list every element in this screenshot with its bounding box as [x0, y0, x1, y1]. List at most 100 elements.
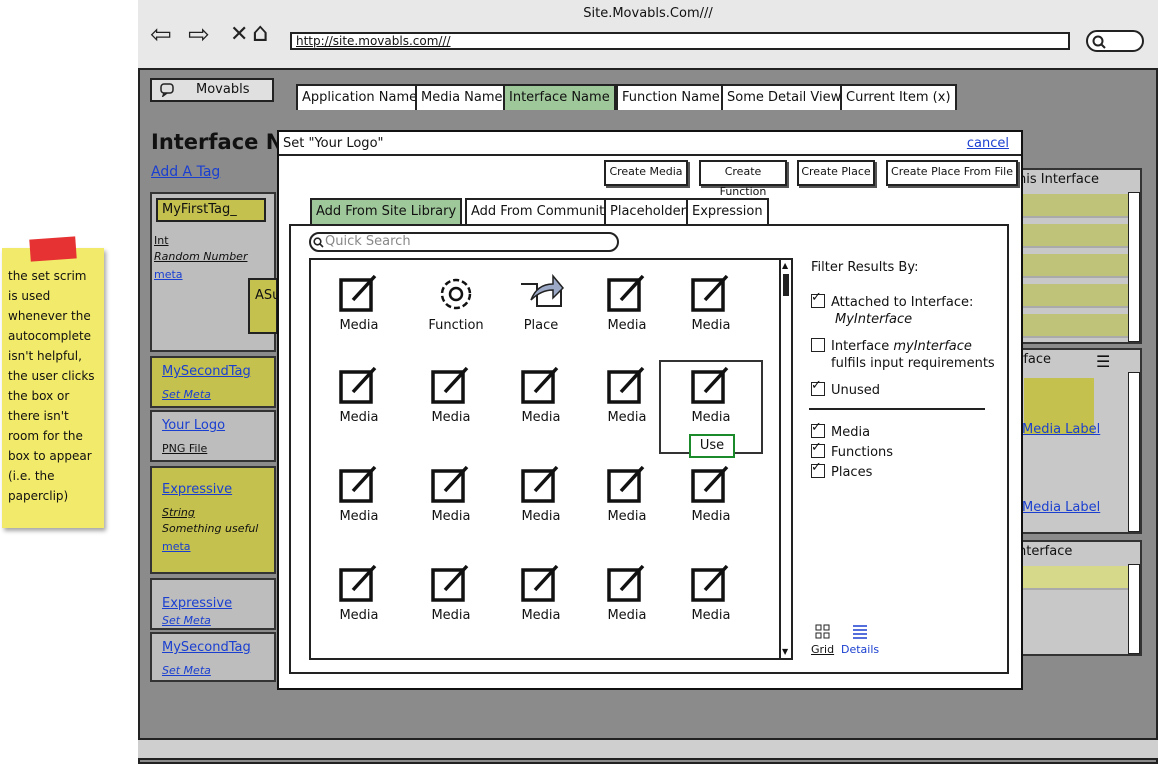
tab-media-name[interactable]: Media Name	[415, 84, 509, 110]
panel-row[interactable]	[1018, 314, 1130, 338]
speech-bubble-icon	[160, 83, 174, 97]
browser-search-field[interactable]	[1086, 30, 1144, 52]
panel-row[interactable]	[1018, 284, 1130, 308]
grid-item-media[interactable]: Media	[582, 562, 672, 642]
tag-type[interactable]: Int	[154, 234, 169, 247]
tag-card-expressive-2[interactable]: Expressive Set Meta	[150, 578, 276, 630]
create-function-button[interactable]: Create Function	[699, 160, 787, 198]
media-icon	[607, 366, 645, 404]
panel-row[interactable]	[1018, 224, 1130, 248]
media-icon	[339, 564, 377, 602]
tag-description[interactable]: Random Number	[154, 250, 247, 263]
media-label-link[interactable]: Media Label	[1022, 422, 1100, 437]
menu-icon[interactable]: ☰	[1096, 352, 1110, 371]
grid-item-media[interactable]: Media	[582, 364, 672, 444]
scrollbar[interactable]	[1128, 192, 1140, 342]
grid-item-media[interactable]: Media	[496, 562, 586, 642]
filter-attached[interactable]: Attached to Interface:	[811, 290, 973, 310]
grid-item-media[interactable]: Media	[666, 463, 756, 543]
grid-item-media[interactable]: Media	[582, 463, 672, 543]
tag-title[interactable]: Your Logo	[162, 418, 225, 433]
scroll-up-icon[interactable]: ▲	[782, 262, 788, 270]
tag-card-mysecondtag[interactable]: MySecondTag Set Meta	[150, 356, 276, 408]
media-label-link[interactable]: Media Label	[1022, 500, 1100, 515]
grid-item-media[interactable]: Media	[666, 272, 756, 352]
tab-application-name[interactable]: Application Name	[296, 84, 424, 110]
panel-row[interactable]	[1018, 194, 1130, 218]
tag-title[interactable]: MySecondTag	[162, 640, 251, 655]
grid-item-media[interactable]: Media	[666, 562, 756, 642]
fulfils-checkbox[interactable]	[811, 338, 825, 352]
close-icon[interactable]: ✕	[230, 22, 248, 48]
tab-interface-name[interactable]: Interface Name	[503, 84, 616, 110]
tag-name-input[interactable]: MyFirstTag_	[156, 198, 266, 222]
panel-row[interactable]	[1018, 566, 1130, 590]
tag-card-your-logo[interactable]: Your Logo PNG File	[150, 410, 276, 462]
tab-add-from-site-library[interactable]: Add From Site Library	[310, 198, 463, 224]
tag-title[interactable]: Expressive	[162, 596, 232, 611]
filter-media[interactable]: Media	[811, 420, 870, 440]
attached-checkbox[interactable]	[811, 290, 825, 308]
tag-meta-link[interactable]: meta	[162, 540, 191, 553]
tab-placeholder[interactable]: Placeholder	[604, 198, 692, 224]
grid-item-media[interactable]: Media	[314, 463, 404, 543]
grid-item-media[interactable]: Media	[496, 463, 586, 543]
tag-title[interactable]: Expressive	[162, 482, 232, 497]
tab-current-item[interactable]: Current Item (x)	[840, 84, 957, 110]
back-arrow-icon[interactable]: ⇦	[150, 22, 172, 48]
set-meta-link[interactable]: Set Meta	[162, 614, 211, 627]
grid-item-media[interactable]: Media	[582, 272, 672, 352]
panel-row[interactable]	[1018, 254, 1130, 278]
forward-arrow-icon[interactable]: ⇨	[188, 22, 210, 48]
set-meta-link[interactable]: Set Meta	[162, 664, 211, 677]
details-view-button[interactable]: Details	[841, 624, 879, 656]
grid-item-media[interactable]: Media	[496, 364, 586, 444]
filter-unused[interactable]: Unused	[811, 378, 880, 398]
scrollbar[interactable]	[1128, 564, 1140, 654]
tag-card-expressive[interactable]: Expressive String Something useful meta	[150, 466, 276, 574]
media-icon	[691, 564, 729, 602]
tag-card-mysecondtag-2[interactable]: MySecondTag Set Meta	[150, 632, 276, 682]
filter-functions[interactable]: Functions	[811, 440, 893, 460]
functions-checkbox[interactable]	[811, 440, 825, 458]
media-checkbox[interactable]	[811, 420, 825, 438]
add-tag-link[interactable]: Add A Tag	[151, 164, 220, 180]
grid-item-media-selected[interactable]: Media	[666, 364, 756, 444]
grid-item-media[interactable]: Media	[406, 562, 496, 642]
scrollbar[interactable]	[1128, 372, 1140, 532]
grid-item-function[interactable]: Function	[411, 272, 501, 352]
create-media-button[interactable]: Create Media	[604, 160, 688, 186]
grid-item-media[interactable]: Media	[314, 272, 404, 352]
scroll-down-icon[interactable]: ▼	[782, 648, 788, 656]
cancel-link[interactable]: cancel	[967, 136, 1009, 151]
create-place-from-file-button[interactable]: Create Place From File	[886, 160, 1018, 186]
unused-checkbox[interactable]	[811, 378, 825, 396]
tab-some-detail-view[interactable]: Some Detail View	[721, 84, 848, 110]
autocomplete-box[interactable]: ASu	[248, 278, 280, 334]
quick-search-input[interactable]: Quick Search	[309, 232, 619, 252]
tab-function-name[interactable]: Function Name	[616, 84, 726, 110]
media-icon	[691, 366, 729, 404]
grid-item-media[interactable]: Media	[406, 364, 496, 444]
places-checkbox[interactable]	[811, 460, 825, 478]
tab-expression[interactable]: Expression	[686, 198, 769, 224]
media-icon	[431, 465, 469, 503]
tag-title[interactable]: MySecondTag	[162, 364, 251, 379]
tab-add-from-community[interactable]: Add From Community	[465, 198, 618, 224]
grid-item-media[interactable]: Media	[314, 562, 404, 642]
set-meta-link[interactable]: Set Meta	[162, 388, 211, 401]
grid-item-place[interactable]: Place	[496, 272, 586, 352]
create-place-button[interactable]: Create Place	[797, 160, 875, 186]
address-bar[interactable]: http://site.movabls.com///	[290, 32, 1070, 50]
filter-fulfils[interactable]: Interface myInterface	[811, 336, 972, 354]
grid-item-media[interactable]: Media	[314, 364, 404, 444]
home-icon[interactable]: ⌂	[252, 20, 269, 46]
grid-scrollbar[interactable]: ▲ ▼	[779, 258, 793, 660]
tag-meta-link[interactable]: meta	[154, 268, 183, 281]
grid-view-button[interactable]: Grid	[811, 624, 834, 656]
app-menu-button[interactable]: Movabls	[150, 78, 274, 102]
filter-places[interactable]: Places	[811, 460, 872, 480]
scroll-thumb[interactable]	[783, 274, 789, 296]
use-button[interactable]: Use	[689, 434, 735, 458]
grid-item-media[interactable]: Media	[406, 463, 496, 543]
